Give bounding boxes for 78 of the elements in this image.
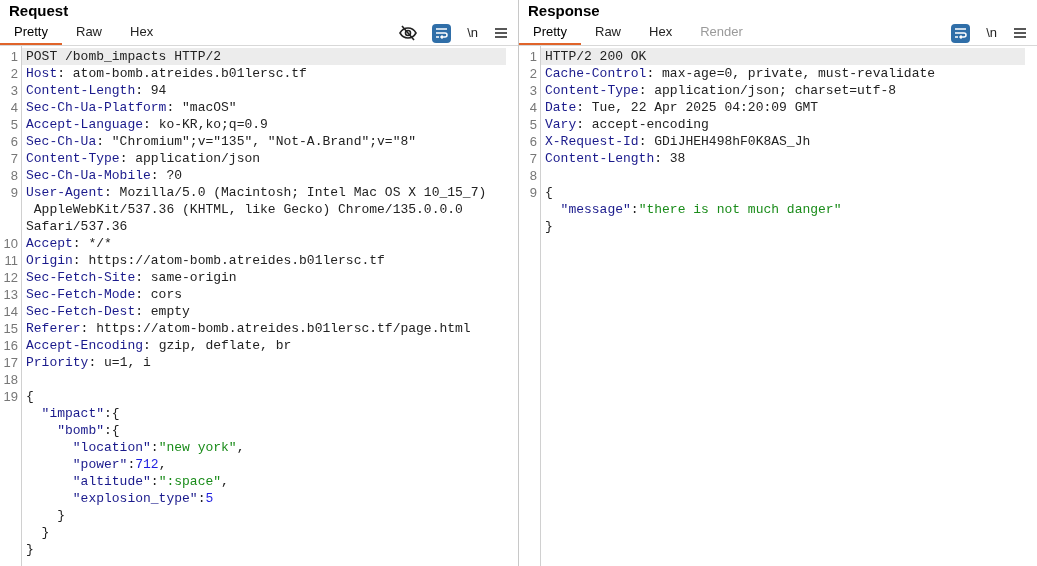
- code-line: Content-Type: application/json; charset=utf-8: [544, 82, 898, 99]
- line-number: 10: [3, 236, 18, 251]
- code-line: Origin: https://atom-bomb.atreides.b01lersc.tf: [25, 252, 386, 269]
- menu-icon[interactable]: [1013, 26, 1027, 40]
- line-number: 9: [10, 185, 18, 200]
- code-line: Sec-Ch-Ua-Mobile: ?0: [25, 167, 184, 184]
- line-number: 4: [529, 100, 537, 115]
- line-number: 3: [10, 83, 18, 98]
- line-number: 19: [3, 389, 18, 404]
- code-line: "power":712,: [71, 456, 168, 473]
- code-line: }: [544, 218, 554, 235]
- view-tab[interactable]: Hex: [116, 21, 168, 45]
- code-line: AppleWebKit/537.36 (KHTML, like Gecko) Chrome/135.0.0.0: [32, 201, 464, 218]
- line-number: 6: [529, 134, 537, 149]
- menu-icon[interactable]: [494, 26, 508, 40]
- line-number: 6: [10, 134, 18, 149]
- code-line: Vary: accept-encoding: [544, 116, 710, 133]
- code-line: "explosion_type":5: [71, 490, 215, 507]
- code-line: }: [56, 507, 66, 524]
- line-number: 1: [10, 49, 18, 64]
- wrap-icon[interactable]: [432, 23, 452, 43]
- code-line: Sec-Ch-Ua: "Chromium";v="135", "Not-A.Brand";v="8": [25, 133, 418, 150]
- code-line: Content-Type: application/json: [25, 150, 262, 167]
- line-number: 7: [529, 151, 537, 166]
- line-number: 16: [3, 338, 18, 353]
- code-line: Safari/537.36: [25, 218, 129, 235]
- code-line: "altitude":":space",: [71, 473, 230, 490]
- line-number: 14: [3, 304, 18, 319]
- line-number: 4: [10, 100, 18, 115]
- view-tab[interactable]: Raw: [62, 21, 116, 45]
- code-line: "bomb":{: [56, 422, 121, 439]
- code-line: Sec-Ch-Ua-Platform: "macOS": [25, 99, 238, 116]
- line-number: 18: [3, 372, 18, 387]
- code-line: Accept-Encoding: gzip, deflate, br: [25, 337, 293, 354]
- code-line: Referer: https://atom-bomb.atreides.b01lersc.tf/page.html: [25, 320, 472, 337]
- pane-title: Request: [9, 1, 69, 22]
- view-tab[interactable]: Raw: [581, 21, 635, 45]
- line-number: 12: [3, 270, 18, 285]
- code-line: }: [25, 541, 35, 558]
- code-line: Host: atom-bomb.atreides.b01lersc.tf: [25, 65, 308, 82]
- wrap-icon[interactable]: [951, 23, 971, 43]
- code-line: }: [40, 524, 51, 541]
- line-number: 2: [10, 66, 18, 81]
- code-line: Sec-Fetch-Site: same-origin: [25, 269, 238, 286]
- code-line: Content-Length: 38: [544, 150, 687, 167]
- line-number: 13: [3, 287, 18, 302]
- line-number: 9: [529, 185, 537, 200]
- code-line: Sec-Fetch-Dest: empty: [25, 303, 191, 320]
- line-number: 15: [3, 321, 18, 336]
- line-number: 5: [10, 117, 18, 132]
- line-number: 5: [529, 117, 537, 132]
- code-line: "message":"there is not much danger": [559, 201, 843, 218]
- line-number: 8: [10, 168, 18, 183]
- newline-toggle[interactable]: \n: [465, 23, 480, 43]
- code-line: "impact":{: [40, 405, 121, 422]
- code-line: X-Request-Id: GDiJHEH498hF0K8AS_Jh: [544, 133, 812, 150]
- line-number: 2: [529, 66, 537, 81]
- code-line: Priority: u=1, i: [25, 354, 152, 371]
- view-tab[interactable]: Hex: [635, 21, 687, 45]
- newline-toggle[interactable]: \n: [984, 23, 999, 43]
- code-line: Sec-Fetch-Mode: cors: [25, 286, 184, 303]
- line-number: 7: [10, 151, 18, 166]
- code-line: {: [544, 184, 554, 201]
- pane-title: Response: [528, 1, 600, 22]
- code-line: "location":"new york",: [71, 439, 246, 456]
- line-number: 8: [529, 168, 537, 183]
- line-number: 17: [3, 355, 18, 370]
- line-number: 11: [4, 253, 18, 268]
- code-line: {: [25, 388, 35, 405]
- code-line: Cache-Control: max-age=0, private, must-revalidate: [544, 65, 937, 82]
- code-line: User-Agent: Mozilla/5.0 (Macintosh; Intel Mac OS X 10_15_7): [25, 184, 488, 201]
- line-number: 1: [529, 49, 537, 64]
- hide-icon[interactable]: [398, 23, 419, 43]
- code-line: Content-Length: 94: [25, 82, 168, 99]
- code-line: Accept: */*: [25, 235, 113, 252]
- code-line: Accept-Language: ko-KR,ko;q=0.9: [25, 116, 269, 133]
- line-number: 3: [529, 83, 537, 98]
- code-line: Date: Tue, 22 Apr 2025 04:20:09 GMT: [544, 99, 820, 116]
